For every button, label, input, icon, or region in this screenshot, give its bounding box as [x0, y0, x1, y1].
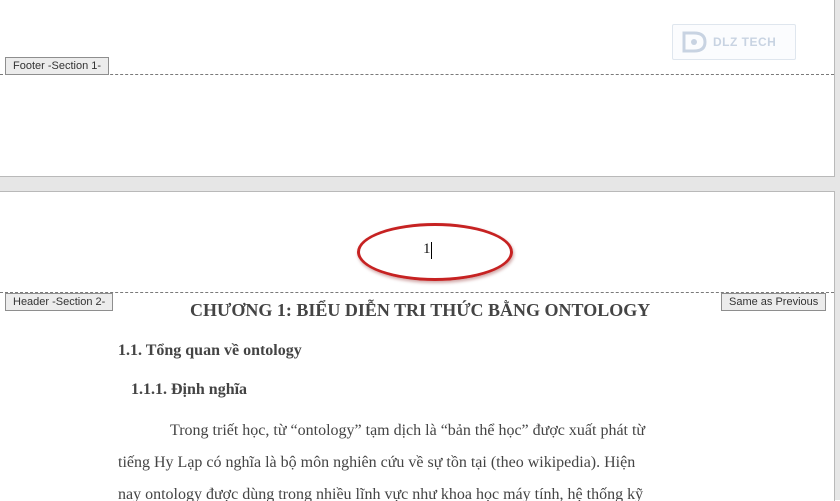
dlz-logo-icon: [682, 31, 707, 53]
page-2: 1 Header -Section 2- Same as Previous CH…: [0, 191, 835, 501]
body-text-line[interactable]: Trong triết học, từ “ontology” tạm dịch …: [118, 422, 736, 440]
heading-level-1[interactable]: 1.1. Tổng quan về ontology: [118, 342, 302, 360]
brand-watermark: DLZ TECH: [672, 24, 796, 60]
footer-boundary-line: [0, 74, 834, 75]
text-cursor: [431, 242, 432, 259]
page-1: DLZ TECH Footer -Section 1-: [0, 0, 835, 177]
heading-level-2[interactable]: 1.1.1. Định nghĩa: [131, 381, 247, 399]
header-boundary-line: [0, 292, 834, 293]
footer-section-tag[interactable]: Footer -Section 1-: [5, 57, 110, 75]
document-canvas: DLZ TECH Footer -Section 1- 1 Header -Se…: [0, 0, 840, 501]
body-text-line[interactable]: tiếng Hy Lạp có nghĩa là bộ môn nghiên c…: [118, 454, 736, 472]
same-as-previous-tag[interactable]: Same as Previous: [721, 293, 827, 311]
page-number-field[interactable]: 1: [423, 241, 431, 258]
header-section-tag[interactable]: Header -Section 2-: [5, 293, 114, 311]
watermark-text: DLZ TECH: [713, 35, 777, 49]
body-text-line[interactable]: nay ontology được dùng trong nhiều lĩnh …: [118, 486, 736, 501]
highlight-ellipse: [357, 223, 513, 281]
chapter-title[interactable]: CHƯƠNG 1: BIỂU DIỄN TRI THỨC BẰNG ONTOLO…: [190, 300, 670, 321]
